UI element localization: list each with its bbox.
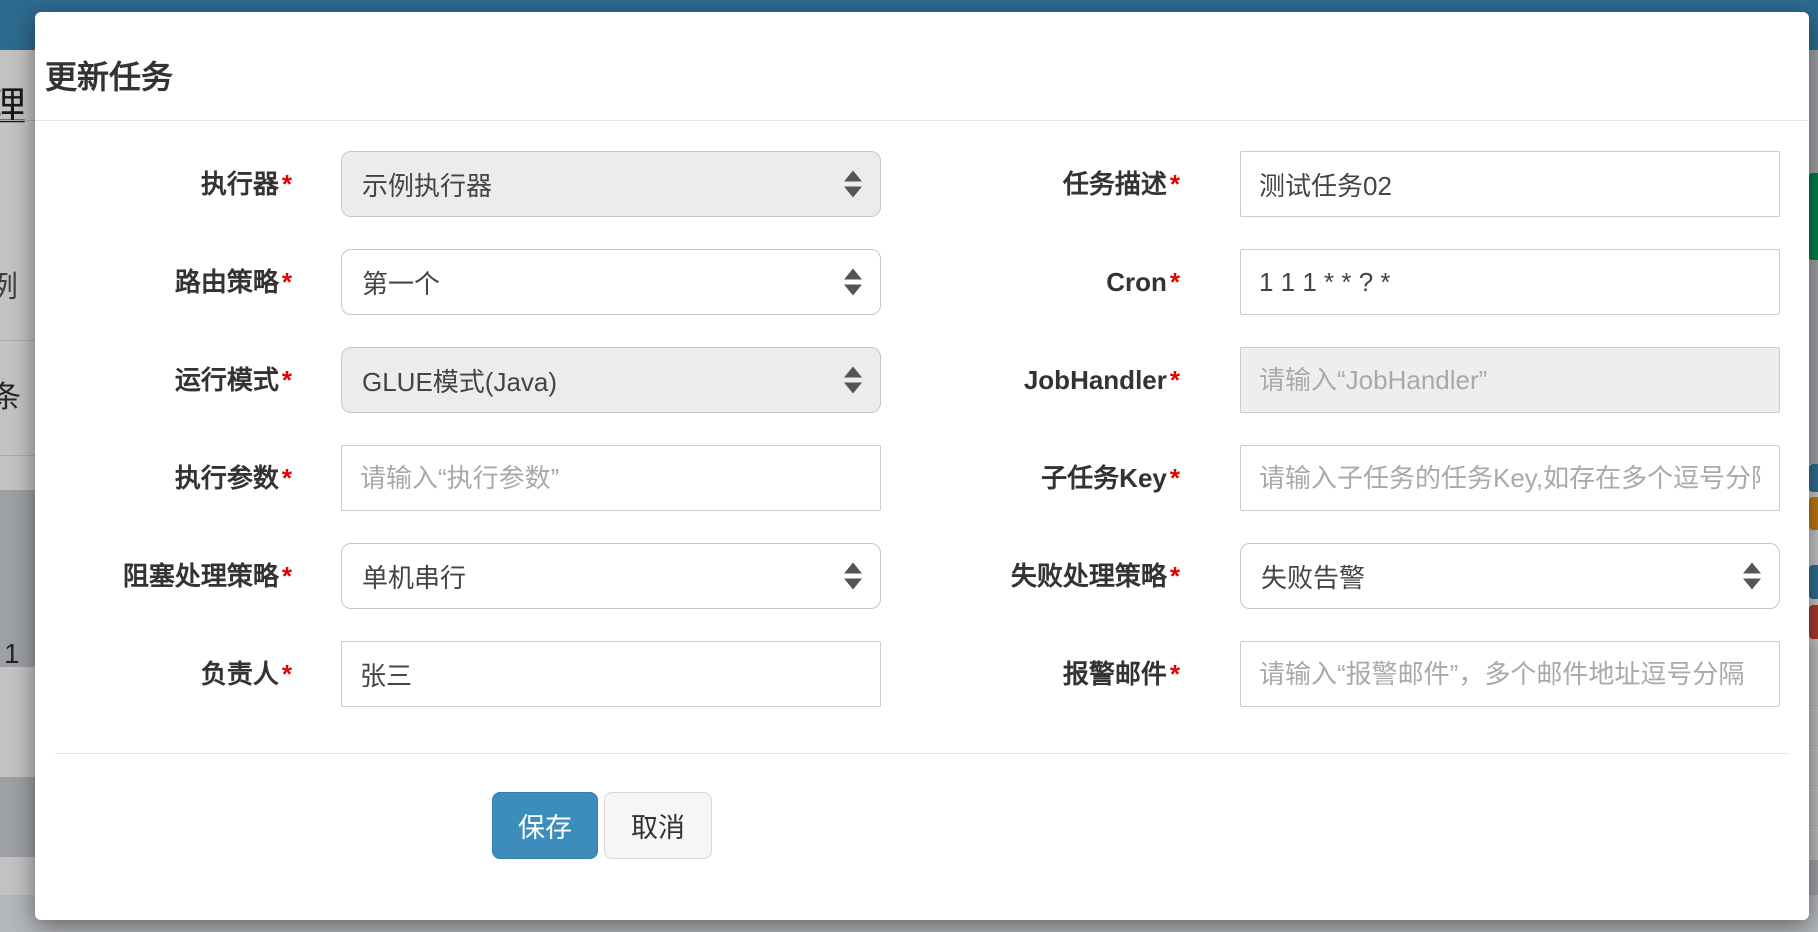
- route-strategy-select[interactable]: 第一个: [341, 249, 881, 315]
- block-strategy-select[interactable]: 单机串行: [341, 543, 881, 609]
- exec-param-input[interactable]: [341, 445, 881, 511]
- cancel-button[interactable]: 取消: [604, 792, 712, 859]
- cron-label: Cron*: [945, 249, 1180, 315]
- select-arrows-icon: [1743, 563, 1761, 590]
- glue-type-select[interactable]: GLUE模式(Java): [341, 347, 881, 413]
- dialog-title: 更新任务: [45, 52, 173, 98]
- child-jobkey-label: 子任务Key*: [945, 445, 1180, 511]
- owner-label: 负责人*: [45, 641, 292, 707]
- alarm-email-input[interactable]: [1240, 641, 1780, 707]
- jobhandler-label: JobHandler*: [945, 347, 1180, 413]
- glue-type-label: 运行模式*: [45, 347, 292, 413]
- exec-param-label: 执行参数*: [45, 445, 292, 511]
- jobhandler-input[interactable]: [1240, 347, 1780, 413]
- job-desc-input[interactable]: [1240, 151, 1780, 217]
- dialog-header: 更新任务: [35, 12, 1809, 121]
- update-job-dialog: 更新任务 执行器* 示例执行器 任务描述* 路由策略* 第一个 Cron* 运行…: [35, 12, 1809, 920]
- select-arrows-icon: [844, 563, 862, 590]
- executor-label: 执行器*: [45, 151, 292, 217]
- route-strategy-label: 路由策略*: [45, 249, 292, 315]
- executor-select[interactable]: 示例执行器: [341, 151, 881, 217]
- cron-input[interactable]: [1240, 249, 1780, 315]
- select-arrows-icon: [844, 367, 862, 394]
- fail-strategy-select[interactable]: 失败告警: [1240, 543, 1780, 609]
- owner-input[interactable]: [341, 641, 881, 707]
- job-desc-label: 任务描述*: [945, 151, 1180, 217]
- select-arrows-icon: [844, 171, 862, 198]
- screen: 理 例 条 1 更新任务 执行器* 示例执行器: [0, 0, 1818, 932]
- fail-strategy-label: 失败处理策略*: [945, 543, 1180, 609]
- alarm-email-label: 报警邮件*: [945, 641, 1180, 707]
- footer-divider: [55, 753, 1789, 754]
- block-strategy-label: 阻塞处理策略*: [45, 543, 292, 609]
- save-button[interactable]: 保存: [492, 792, 598, 859]
- child-jobkey-input[interactable]: [1240, 445, 1780, 511]
- select-arrows-icon: [844, 269, 862, 296]
